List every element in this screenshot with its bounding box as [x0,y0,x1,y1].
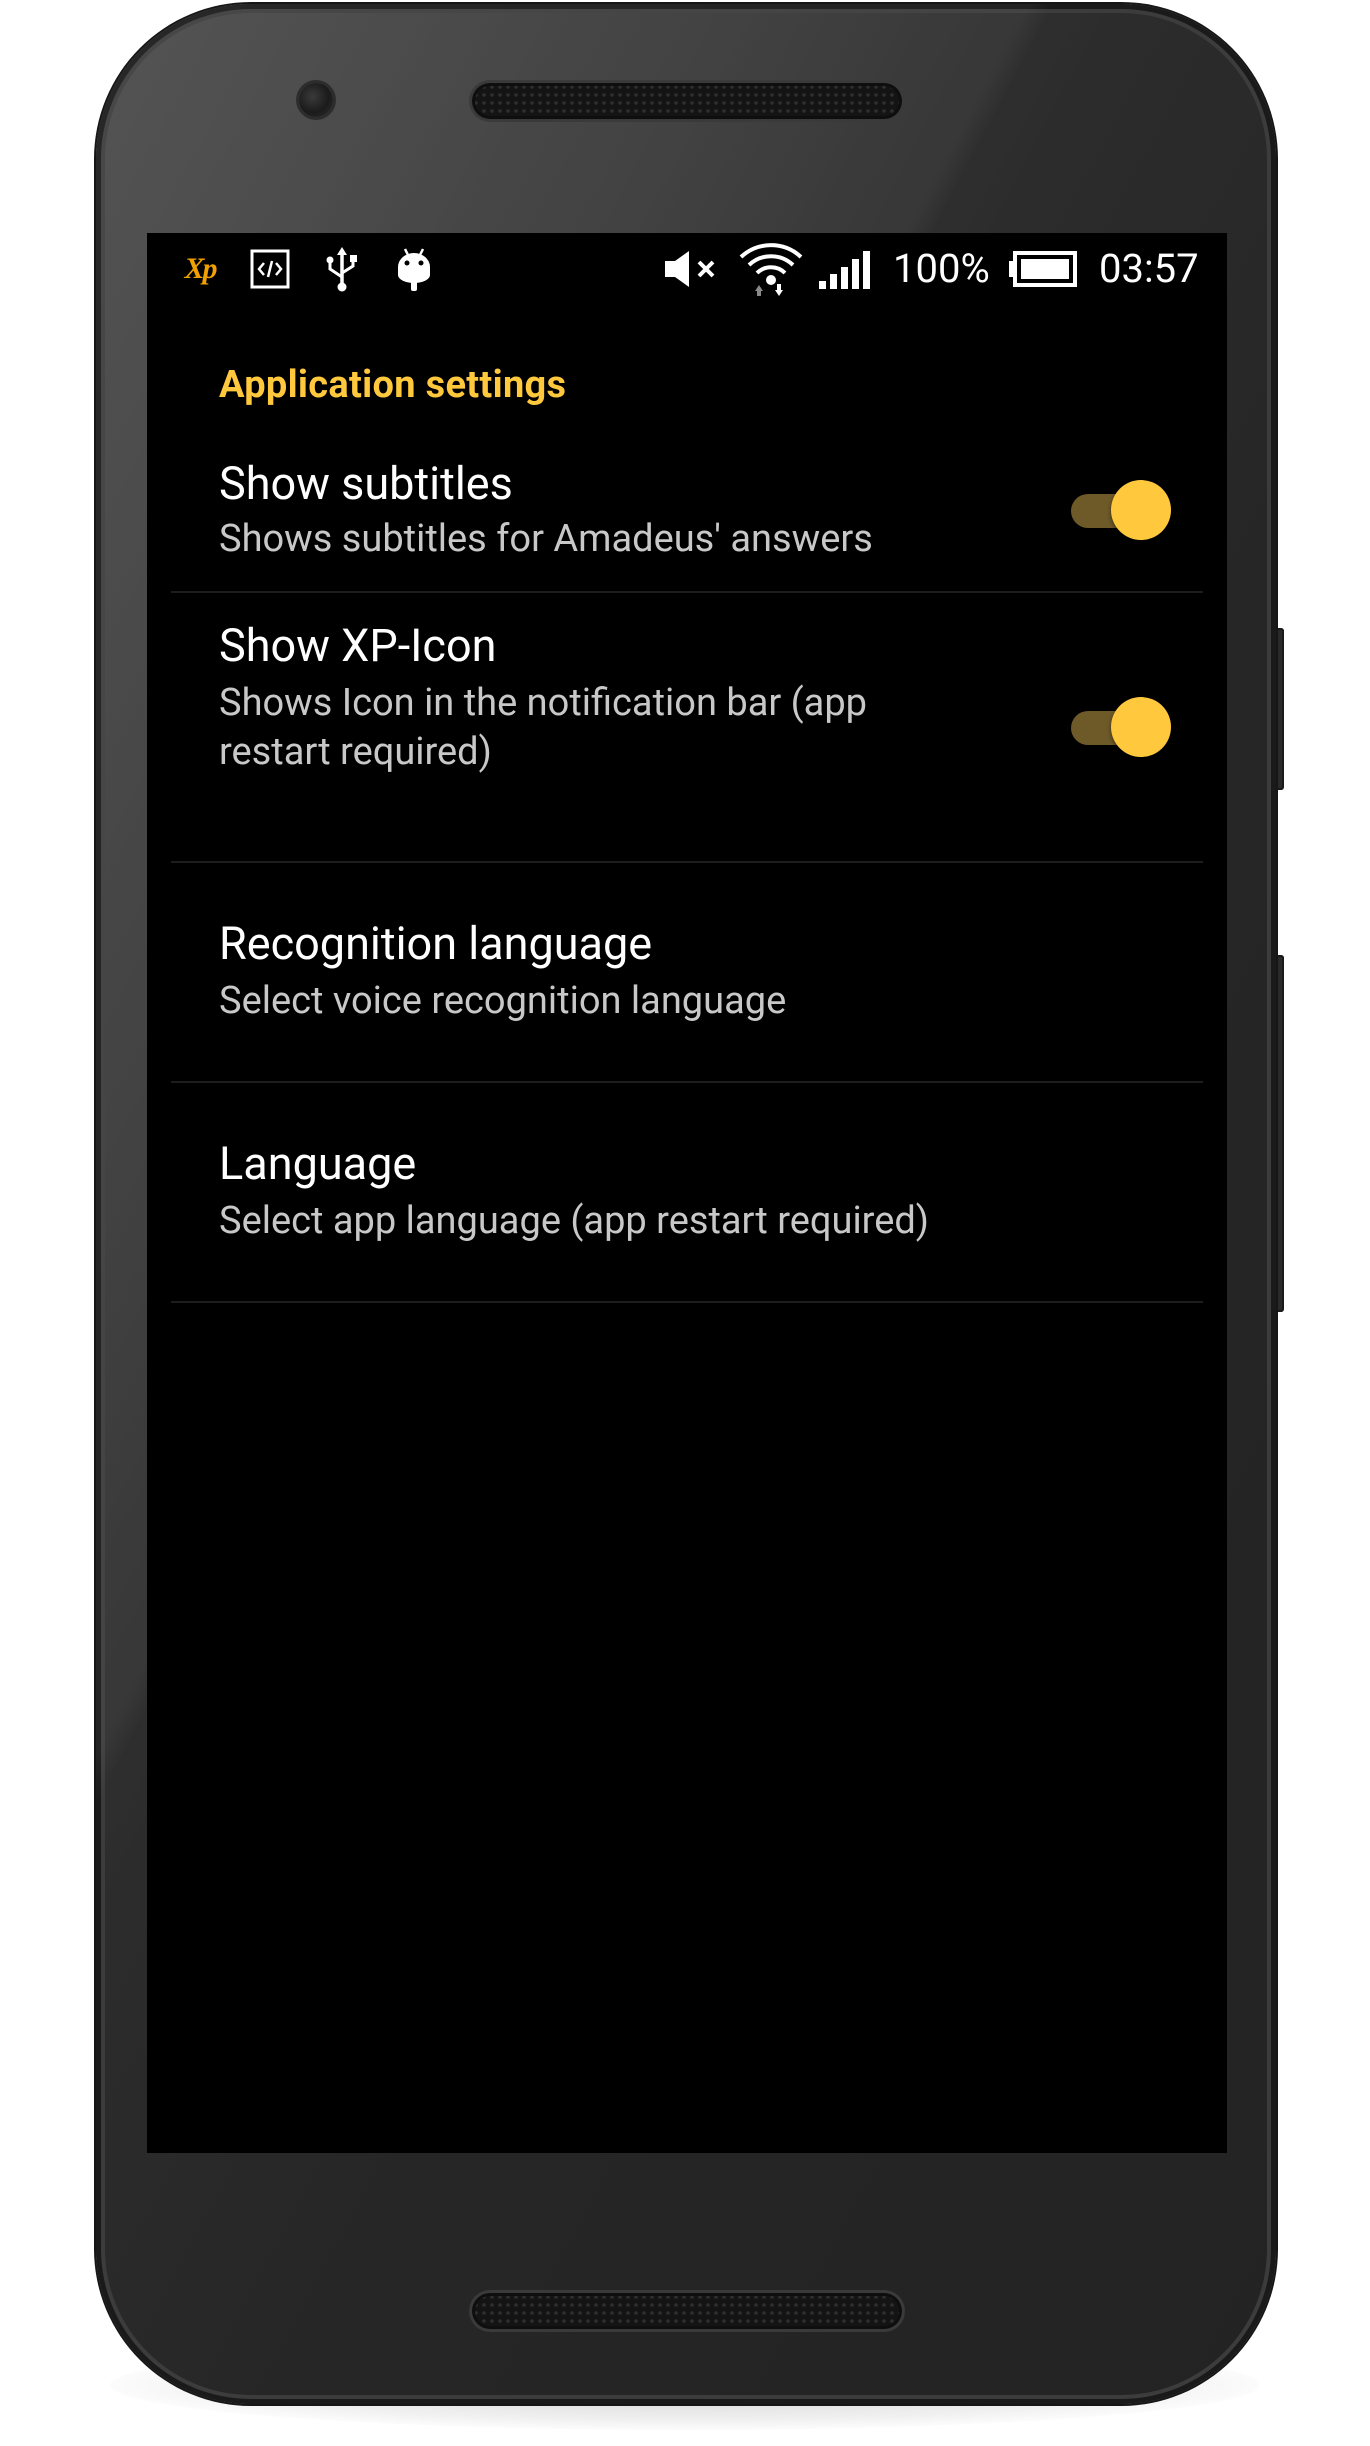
android-icon [391,247,437,291]
volume-mute-icon [659,247,723,291]
preference-summary: Shows subtitles for Amadeus' answers [219,517,873,561]
switch-thumb [1111,697,1171,757]
show-xp-icon-switch[interactable] [1069,697,1171,757]
battery-full-icon [1005,247,1079,291]
preference-summary: Select voice recognition language [219,979,787,1023]
usb-icon [319,247,365,292]
preference-recognition-language[interactable]: Recognition language Select voice recogn… [171,863,1203,1083]
preference-language[interactable]: Language Select app language (app restar… [171,1083,1203,1303]
screen: Xp 100% 03:57 Application settings Show … [147,233,1227,2153]
preference-title: Show subtitles [219,457,513,510]
code-icon [247,247,293,291]
cell-signal-icon [817,247,875,291]
xp-notification-icon: Xp [184,252,217,285]
top-speaker-grille [472,83,902,119]
preference-show-subtitles[interactable]: Show subtitles Shows subtitles for Amade… [171,427,1203,593]
preference-summary: Select app language (app restart require… [219,1199,930,1243]
device-mockup: Xp 100% 03:57 Application settings Show … [0,0,1370,2446]
preference-title: Language [219,1137,417,1190]
switch-thumb [1111,480,1171,540]
preference-show-xp-icon[interactable]: Show XP-Icon Shows Icon in the notificat… [171,593,1203,863]
status-bar: Xp 100% 03:57 [147,233,1227,305]
show-subtitles-switch[interactable] [1069,480,1171,540]
front-camera [299,83,333,117]
preference-title: Show XP-Icon [219,619,497,672]
status-clock: 03:57 [1099,245,1199,292]
bottom-speaker-grille [472,2293,902,2329]
preference-summary: Shows Icon in the notification bar (app … [219,681,868,774]
battery-percentage: 100% [893,245,990,292]
preference-category-title: Application settings [219,363,567,407]
wifi-icon [737,243,805,296]
preference-title: Recognition language [219,917,653,970]
